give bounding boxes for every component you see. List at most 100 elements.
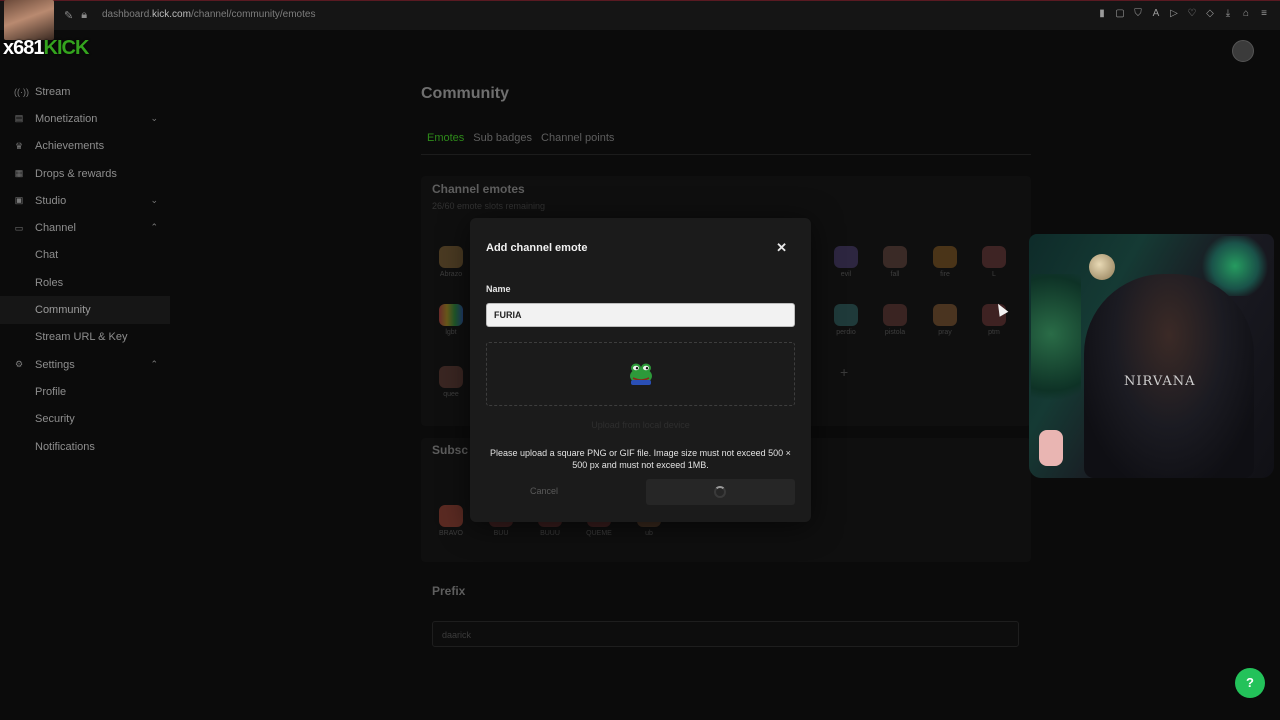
submit-button[interactable] (646, 479, 795, 505)
puzzle-icon[interactable]: ◇ (1204, 8, 1216, 20)
emote-item[interactable]: lgbt (431, 304, 471, 336)
lock-icon[interactable]: ⌂ (1240, 8, 1252, 20)
upload-hint: Please upload a square PNG or GIF file. … (490, 448, 791, 470)
sidebar-item-label: Drops & rewards (35, 167, 117, 180)
emote-label: BRAVO (439, 530, 463, 537)
heart-icon[interactable]: ♡ (1186, 8, 1198, 20)
chevron-down-icon: ⌄ (150, 113, 158, 124)
emote-item[interactable]: quee (431, 366, 471, 398)
emote-name-input[interactable]: FURIA (486, 303, 795, 327)
tab-divider (421, 154, 1031, 155)
emote-item[interactable]: perdio (826, 304, 866, 336)
emote-label: ub (645, 530, 653, 537)
sidebar-item-notifications[interactable]: Notifications (0, 433, 170, 460)
sidebar-item-settings[interactable]: ⚙ Settings ⌃ (0, 351, 170, 378)
sidebar-item-label: Notifications (35, 440, 95, 453)
facecam-thumbnail (4, 0, 54, 40)
sidebar-item-studio[interactable]: ▣ Studio ⌄ (0, 187, 170, 214)
emote-item[interactable]: evil (826, 246, 866, 278)
emote-item[interactable]: Abrazo (431, 246, 471, 278)
emote-label: pray (938, 329, 952, 336)
extension-icon[interactable]: ▢ (1114, 8, 1126, 20)
money-icon: ▤ (14, 113, 24, 124)
sidebar: ((·)) Stream ▤ Monetization ⌄ ♛ Achievements… (0, 78, 170, 460)
subscriber-emotes-title: Subsc (432, 443, 469, 457)
add-emote-icon[interactable]: + (840, 364, 848, 380)
emote-image (933, 304, 957, 326)
streamer-logo: x681KICK (3, 37, 89, 60)
sticker-image (1039, 430, 1063, 466)
broadcast-icon: ((·)) (14, 86, 29, 97)
sidebar-item-chat[interactable]: Chat (0, 242, 170, 269)
sidebar-item-community[interactable]: Community (0, 296, 170, 324)
emote-item[interactable]: pray (925, 304, 965, 336)
channel-emotes-title: Channel emotes (432, 182, 525, 196)
chevron-down-icon: ⌄ (150, 195, 158, 206)
play-icon[interactable]: ▷ (1168, 8, 1180, 20)
emote-preview-frog-icon (630, 363, 652, 385)
sidebar-item-label: Monetization (35, 112, 98, 125)
emote-item[interactable]: BRAVO (431, 505, 471, 537)
emote-label: lgbt (445, 329, 457, 336)
webcam-overlay: NIRVANA (1029, 234, 1274, 478)
sidebar-item-label: Profile (35, 385, 67, 398)
sidebar-item-channel[interactable]: ▭ Channel ⌃ (0, 214, 170, 241)
menu-icon[interactable]: ≡ (1258, 8, 1270, 20)
bookmark-icon[interactable]: ▮ (1096, 8, 1108, 20)
modal-title: Add channel emote (486, 242, 588, 254)
emote-image (439, 246, 463, 268)
sidebar-item-profile[interactable]: Profile (0, 378, 170, 405)
sidebar-item-monetization[interactable]: ▤ Monetization ⌄ (0, 105, 170, 132)
chevron-up-icon: ⌃ (150, 222, 158, 233)
emote-image (883, 304, 907, 326)
sidebar-item-achievements[interactable]: ♛ Achievements (0, 133, 170, 160)
tab-bar: Emotes Sub badges Channel points (427, 132, 614, 144)
address-bar[interactable]: dashboard.kick.com/channel/community/emo… (102, 9, 315, 20)
emote-label: QUEME (586, 530, 612, 537)
avatar[interactable] (1232, 40, 1254, 62)
prefix-title: Prefix (432, 584, 466, 598)
sidebar-item-security[interactable]: Security (0, 406, 170, 433)
emote-upload-dropzone[interactable] (486, 342, 795, 406)
edit-icon[interactable]: ✎ (64, 9, 73, 22)
emote-label: perdio (836, 329, 856, 336)
sidebar-item-label: Channel (35, 222, 76, 235)
emote-image (834, 246, 858, 268)
prefix-input[interactable]: daarick (432, 621, 1019, 647)
emote-item[interactable]: L (974, 246, 1014, 278)
lock-icon[interactable]: 🔒︎ (81, 9, 87, 22)
emote-label: quee (443, 391, 459, 398)
emote-item[interactable]: ptm (974, 304, 1014, 336)
url-domain: kick.com (152, 9, 191, 20)
emote-item[interactable]: fire (925, 246, 965, 278)
close-icon[interactable]: ✕ (776, 240, 787, 256)
translate-icon[interactable]: A (1150, 8, 1162, 20)
tab-channel-points[interactable]: Channel points (541, 132, 614, 144)
download-icon[interactable]: ⤓ (1222, 8, 1234, 20)
emote-item[interactable]: pistola (875, 304, 915, 336)
gift-icon: ▦ (14, 168, 24, 179)
help-chat-button[interactable]: ? (1235, 668, 1265, 698)
tab-emotes[interactable]: Emotes (427, 132, 464, 144)
upload-local-link[interactable]: Upload from local device (470, 420, 811, 430)
sidebar-item-stream[interactable]: ((·)) Stream (0, 78, 170, 105)
sidebar-item-drops[interactable]: ▦ Drops & rewards (0, 160, 170, 187)
loading-spinner-icon (714, 486, 726, 498)
emote-label: L (992, 271, 996, 278)
trophy-icon: ♛ (14, 140, 24, 151)
emote-image (439, 505, 463, 527)
sidebar-item-stream-url-key[interactable]: Stream URL & Key (0, 324, 170, 351)
sidebar-item-label: Community (35, 304, 91, 317)
emote-image (834, 304, 858, 326)
sidebar-item-roles[interactable]: Roles (0, 269, 170, 296)
channel-icon: ▭ (14, 222, 24, 233)
cancel-button[interactable]: Cancel (530, 486, 558, 496)
shield-icon[interactable]: ⛉ (1132, 8, 1144, 20)
chat-bubble-icon: ? (1246, 675, 1254, 690)
emote-image (933, 246, 957, 268)
emote-item[interactable]: fall (875, 246, 915, 278)
tab-sub-badges[interactable]: Sub badges (473, 132, 532, 144)
sidebar-item-label: Roles (35, 276, 64, 289)
sidebar-item-label: Chat (35, 249, 59, 262)
sidebar-item-label: Achievements (35, 140, 105, 153)
